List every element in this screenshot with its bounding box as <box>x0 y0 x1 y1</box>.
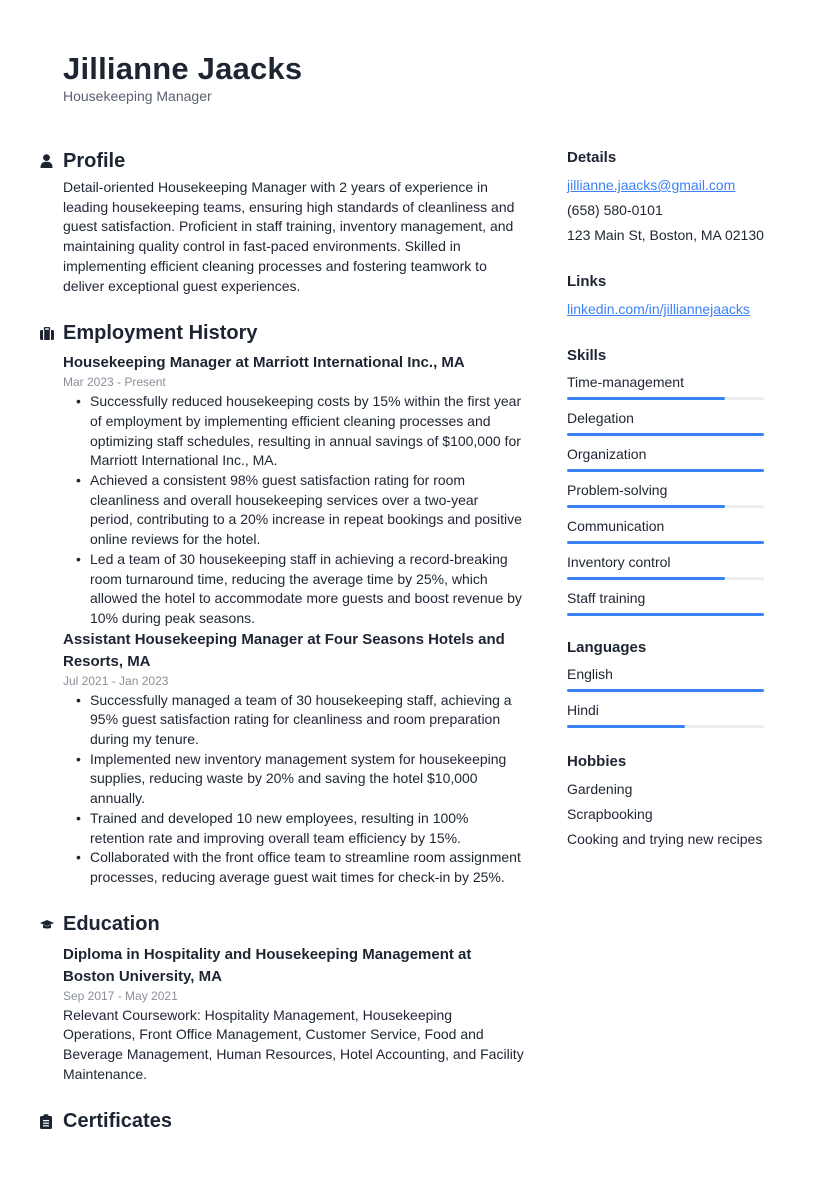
level-name: Time-management <box>567 374 684 390</box>
level-name: English <box>567 666 613 682</box>
level-bar <box>567 613 764 616</box>
profile-section: Profile Detail-oriented Housekeeping Man… <box>40 146 525 296</box>
section-title: Education <box>63 913 160 936</box>
employment-section: Employment History Housekeeping Manager … <box>40 318 525 887</box>
skills-section: Skills Time-management Delegation Organiza… <box>567 344 764 616</box>
level-bar <box>567 397 764 400</box>
employment-heading: Employment History <box>40 318 525 348</box>
job-entry: Housekeeping Manager at Marriott Interna… <box>63 352 525 628</box>
level-bar <box>567 505 764 508</box>
details-title: Details <box>567 149 617 166</box>
skills-list: Time-management Delegation Organization Pro… <box>567 371 764 616</box>
bullet-item: Led a team of 30 housekeeping staff in a… <box>76 550 525 629</box>
hobby-item: Scrapbooking <box>567 806 653 822</box>
details-section: Details jillianne.jaacks@gmail.com (658)… <box>567 146 764 248</box>
main-column: Profile Detail-oriented Housekeeping Man… <box>40 146 525 1159</box>
bullet-item: Achieved a consistent 98% guest satisfac… <box>76 471 525 550</box>
job-bullets: Successfully reduced housekeeping costs … <box>63 392 525 628</box>
level-item: Problem-solving <box>567 479 764 508</box>
bullet-item: Collaborated with the front office team … <box>76 848 525 887</box>
certificates-section: Certificates <box>40 1107 525 1137</box>
section-title: Certificates <box>63 1110 172 1132</box>
job-dates: Mar 2023 - Present <box>63 375 166 390</box>
clipboard-icon <box>40 1114 63 1130</box>
level-bar <box>567 689 764 692</box>
sidebar: Details jillianne.jaacks@gmail.com (658)… <box>567 146 764 874</box>
level-item: Hindi <box>567 699 764 728</box>
level-name: Inventory control <box>567 554 671 570</box>
languages-title: Languages <box>567 639 647 656</box>
level-item: Organization <box>567 443 764 472</box>
level-bar <box>567 541 764 544</box>
job-dates: Jul 2021 - Jan 2023 <box>63 673 169 688</box>
certificates-heading: Certificates <box>40 1107 525 1137</box>
job-entry: Assistant Housekeeping Manager at Four S… <box>63 629 525 888</box>
profile-summary: Detail-oriented Housekeeping Manager wit… <box>63 179 515 294</box>
level-bar-fill <box>567 725 686 728</box>
bullet-item: Trained and developed 10 new employees, … <box>76 809 525 848</box>
phone: (658) 580-0101 <box>567 202 663 218</box>
level-name: Staff training <box>567 590 646 606</box>
candidate-title: Housekeeping Manager <box>63 88 212 104</box>
level-name: Organization <box>567 446 647 462</box>
section-title: Profile <box>63 149 126 172</box>
level-bar-fill <box>567 397 725 400</box>
graduation-cap-icon <box>40 917 63 933</box>
hobbies-title: Hobbies <box>567 753 627 770</box>
education-heading: Education <box>40 910 525 940</box>
job-heading: Housekeeping Manager at Marriott Interna… <box>63 354 465 372</box>
candidate-name: Jillianne Jaacks <box>63 51 303 86</box>
level-bar-fill <box>567 689 764 692</box>
level-bar-fill <box>567 433 764 436</box>
briefcase-icon <box>40 325 63 341</box>
hobby-item: Cooking and trying new recipes <box>567 831 763 847</box>
hobbies-section: Hobbies Gardening Scrapbooking Cooking a… <box>567 750 764 852</box>
linkedin-link[interactable]: linkedin.com/in/jilliannejaacks <box>567 301 750 317</box>
bullet-item: Successfully reduced housekeeping costs … <box>76 392 525 471</box>
level-item: Inventory control <box>567 551 764 580</box>
level-name: Problem-solving <box>567 482 668 498</box>
level-name: Communication <box>567 518 665 534</box>
level-bar <box>567 433 764 436</box>
education-section: Education Diploma in Hospitality and Hou… <box>40 910 525 1085</box>
education-heading-text: Diploma in Hospitality and Housekeeping … <box>63 945 472 985</box>
education-description: Relevant Coursework: Hospitality Managem… <box>63 1006 524 1082</box>
level-bar-fill <box>567 541 764 544</box>
user-icon <box>40 153 63 169</box>
job-bullets: Successfully managed a team of 30 housek… <box>63 691 525 888</box>
education-entry: Diploma in Hospitality and Housekeeping … <box>63 944 525 1085</box>
languages-section: Languages English Hindi <box>567 636 764 728</box>
level-bar-fill <box>567 505 725 508</box>
level-item: Time-management <box>567 371 764 400</box>
job-heading: Assistant Housekeeping Manager at Four S… <box>63 630 505 670</box>
level-bar <box>567 469 764 472</box>
section-title: Employment History <box>63 321 258 344</box>
languages-list: English Hindi <box>567 663 764 728</box>
profile-heading: Profile <box>40 146 525 176</box>
resume-header: Jillianne Jaacks Housekeeping Manager <box>63 50 302 105</box>
level-item: Staff training <box>567 587 764 616</box>
level-item: Delegation <box>567 407 764 436</box>
hobby-item: Gardening <box>567 781 633 797</box>
level-bar <box>567 577 764 580</box>
level-item: English <box>567 663 764 692</box>
education-dates: Sep 2017 - May 2021 <box>63 988 178 1003</box>
bullet-item: Implemented new inventory management sys… <box>76 750 525 809</box>
level-bar-fill <box>567 469 764 472</box>
level-bar-fill <box>567 577 725 580</box>
bullet-item: Successfully managed a team of 30 housek… <box>76 691 525 750</box>
skills-title: Skills <box>567 347 607 364</box>
level-bar <box>567 725 764 728</box>
links-section: Links linkedin.com/in/jilliannejaacks <box>567 270 764 322</box>
level-bar-fill <box>567 613 764 616</box>
email-link[interactable]: jillianne.jaacks@gmail.com <box>567 177 735 193</box>
level-item: Communication <box>567 515 764 544</box>
level-name: Delegation <box>567 410 634 426</box>
level-name: Hindi <box>567 702 599 718</box>
address: 123 Main St, Boston, MA 02130 <box>567 227 764 243</box>
links-title: Links <box>567 273 607 290</box>
